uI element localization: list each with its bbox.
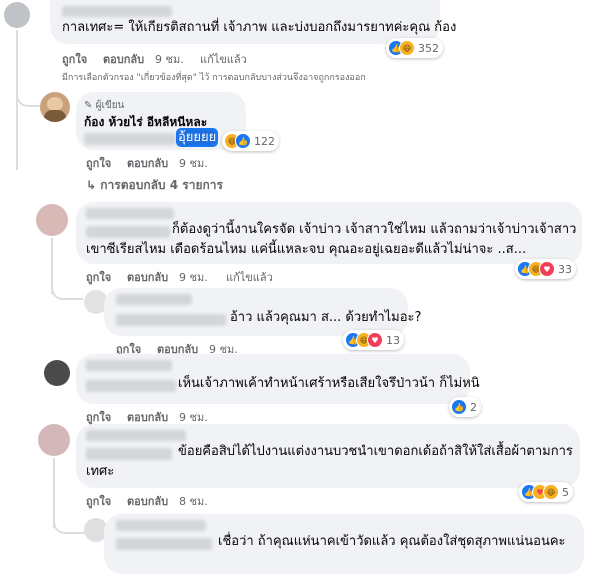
avatar[interactable]	[36, 204, 68, 236]
reaction-summary[interactable]: 👍 2	[449, 397, 481, 417]
author-name-redacted	[86, 360, 172, 371]
reaction-summary[interactable]: 👍 😆 ♥ 13	[343, 330, 404, 350]
reply-arrow-icon: ↳	[86, 178, 97, 192]
thread-connector	[51, 268, 83, 300]
reaction-count: 122	[254, 134, 275, 148]
thread-connector	[53, 506, 85, 534]
author-badge-label: ผู้เขียน	[95, 100, 125, 111]
author-badge: ✎ ผู้เขียน	[84, 98, 124, 113]
like-reaction-icon: 👍	[451, 399, 467, 415]
reaction-summary[interactable]: 😆 👍 122	[222, 131, 279, 151]
avatar[interactable]	[38, 424, 70, 456]
view-replies-button[interactable]: ↳ การตอบกลับ 4 รายการ	[86, 176, 223, 195]
comment-text-line2: เขาซีเรียสไหม เดือดร้อนไหม แค่นี้แหละจบ …	[86, 242, 527, 257]
reaction-summary[interactable]: 👍 😆 352	[386, 38, 443, 58]
tagged-name-redacted	[86, 226, 170, 238]
avatar[interactable]	[44, 360, 70, 386]
tagged-name-redacted	[86, 448, 172, 460]
selected-text: อุ้ยยยย	[175, 128, 219, 147]
like-button[interactable]: ถูกใจ	[86, 154, 111, 172]
author-name-redacted	[86, 208, 174, 219]
reaction-count: 2	[470, 400, 477, 414]
reaction-count: 352	[418, 41, 439, 55]
comment-text: เห็นเจ้าภาพเค้าทำหน้าเศร้าหรือเสียใจรึป่…	[178, 376, 480, 391]
avatar[interactable]	[4, 2, 30, 28]
love-reaction-icon: ♥	[367, 332, 383, 348]
reaction-count: 13	[386, 333, 400, 347]
love-reaction-icon: ♥	[539, 261, 555, 277]
author-name-redacted	[86, 430, 186, 441]
like-button[interactable]: ถูกใจ	[86, 492, 111, 510]
comment-text: อ้าว แล้วคุณมา ส... ด้วยทำไมอะ?	[230, 310, 422, 325]
timestamp[interactable]: 9 ชม.	[179, 268, 208, 286]
haha-reaction-icon: 😆	[543, 484, 559, 500]
comment-text-line1: ข้อยคือสิบ่ได้ไปงานแต่งงานบวชนำเขาดอกเด้…	[178, 444, 573, 459]
edited-label[interactable]: แก้ไขแล้ว	[200, 50, 247, 68]
view-replies-label: การตอบกลับ 4 รายการ	[100, 178, 223, 192]
like-reaction-icon: 👍	[235, 133, 251, 149]
comment-text-line2: เทศะ	[86, 464, 115, 479]
like-button[interactable]: ถูกใจ	[62, 50, 87, 68]
reaction-count: 5	[562, 485, 569, 499]
author-name-redacted	[116, 294, 192, 305]
reply-button[interactable]: ตอบกลับ	[103, 50, 144, 68]
comment-text-line1: ก็ต้องดูว่านี้งานใครจัด เจ้าบ่าว เจ้าสาว…	[172, 222, 577, 237]
tagged-name-redacted	[86, 380, 176, 392]
filter-note: มีการเลือกตัวกรอง "เกี่ยวข้องที่สุด" ไว้…	[62, 73, 366, 83]
tagged-name-redacted	[116, 314, 226, 326]
author-name-redacted	[62, 6, 172, 17]
timestamp[interactable]: 9 ชม.	[155, 50, 184, 68]
timestamp[interactable]: 9 ชม.	[179, 154, 208, 172]
author-name-redacted	[116, 520, 206, 531]
reply-button[interactable]: ตอบกลับ	[127, 268, 168, 286]
timestamp[interactable]: 8 ชม.	[179, 492, 208, 510]
author-avatar[interactable]	[40, 92, 70, 122]
haha-reaction-icon: 😆	[399, 40, 415, 56]
tagged-name-redacted	[84, 133, 176, 145]
edited-label[interactable]: แก้ไขแล้ว	[226, 268, 273, 286]
reaction-summary[interactable]: 👍 ♥ 😆 5	[519, 482, 573, 502]
pencil-icon: ✎	[84, 100, 93, 111]
comment-text: กาลเทศะ= ให้เกียรติสถานที่ เจ้าภาพ และบ่…	[62, 20, 457, 35]
tagged-name-redacted	[116, 538, 212, 550]
reply-button[interactable]: ตอบกลับ	[127, 492, 168, 510]
comment-text-highlight: อุ้ยยยย	[175, 128, 219, 148]
thread-connector	[16, 75, 40, 107]
reaction-count: 33	[558, 262, 572, 276]
reply-button[interactable]: ตอบกลับ	[127, 154, 168, 172]
comment-text: เชื่อว่า ถ้าคุณแห่นาคเข้าวัดแล้ว คุณต้อง…	[218, 534, 566, 549]
like-button[interactable]: ถูกใจ	[86, 268, 111, 286]
reaction-summary[interactable]: 👍 😆 ♥ 33	[515, 259, 576, 279]
